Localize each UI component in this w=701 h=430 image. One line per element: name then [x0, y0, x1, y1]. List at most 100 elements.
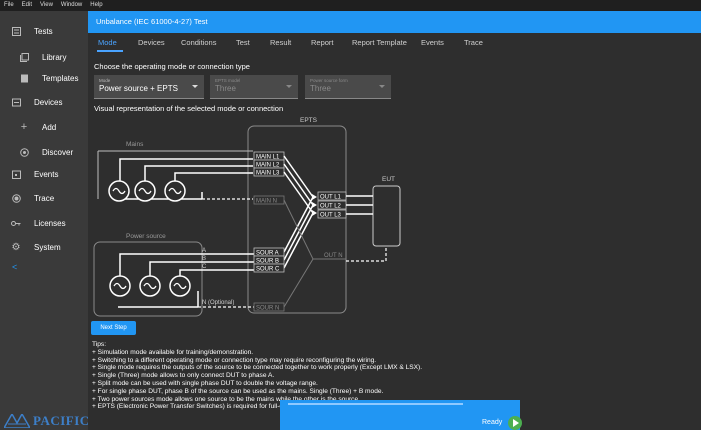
- devices-icon: [11, 97, 21, 107]
- mode-select-value: Power source + EPTS: [99, 84, 178, 93]
- source-line-labels: SOUR A SOUR B SOUR C SOUR N: [253, 247, 285, 312]
- epts-label: EPTS: [300, 117, 318, 124]
- tips-line: + Single (Three) mode allows to only con…: [92, 372, 275, 380]
- sidebar-item-system[interactable]: ⚙ System: [0, 236, 88, 258]
- out-l2-label: OUT L2: [320, 204, 342, 210]
- mode-heading: Choose the operating mode or connection …: [94, 62, 250, 71]
- library-icon: [19, 52, 29, 62]
- sidebar-item-discover[interactable]: Discover: [0, 141, 88, 163]
- tips-line: + Split mode can be used with single pha…: [92, 379, 318, 387]
- mode-select[interactable]: Mode Power source + EPTS: [94, 75, 204, 99]
- epts-model-caption: EPTS model: [215, 78, 241, 83]
- sour-n-label: SOUR N: [256, 306, 279, 312]
- play-icon[interactable]: [508, 416, 522, 430]
- main-l3-label: MAIN L3: [256, 171, 280, 177]
- sidebar-item-label: Tests: [34, 26, 53, 36]
- tips-line: + Simulation mode available for training…: [92, 348, 254, 356]
- sidebar: Tests Library Templates Devices + Add Di…: [0, 11, 90, 430]
- eut-label: EUT: [382, 176, 395, 183]
- menu-file[interactable]: File: [4, 0, 14, 11]
- out-l3-label: OUT L3: [320, 213, 342, 219]
- collapse-sidebar-button[interactable]: <: [12, 262, 17, 272]
- sidebar-item-templates[interactable]: Templates: [0, 67, 88, 89]
- main-n-label: MAIN N: [256, 199, 277, 205]
- switch-arrows: [312, 194, 317, 216]
- tips-line: + Switching to a different operating mod…: [92, 356, 377, 364]
- phase-c-label: C: [202, 264, 207, 270]
- tab-bar: Mode Devices Conditions Test Result Repo…: [88, 33, 701, 53]
- menu-edit[interactable]: Edit: [22, 0, 32, 11]
- status-bar: Ready: [280, 400, 522, 430]
- tab-report[interactable]: Report: [311, 38, 334, 47]
- phase-a-label: A: [202, 248, 206, 254]
- sidebar-item-add[interactable]: + Add: [0, 116, 88, 138]
- chevron-down-icon: [379, 85, 385, 88]
- menu-bar: File Edit View Window Help: [0, 0, 701, 11]
- sour-c-label: SOUR C: [256, 267, 280, 273]
- out-n-label: OUT N: [324, 253, 343, 259]
- sidebar-item-devices[interactable]: Devices: [0, 91, 88, 113]
- power-source-form-caption: Power source form: [310, 78, 348, 83]
- phase-letters: A B C N (Optional): [202, 248, 234, 306]
- tab-events[interactable]: Events: [421, 38, 444, 47]
- out-l1-label: OUT L1: [320, 195, 342, 201]
- tab-result[interactable]: Result: [270, 38, 291, 47]
- out-line-labels: OUT L1 OUT L2 OUT L3 OUT N: [317, 191, 347, 259]
- sidebar-item-tests[interactable]: Tests: [0, 20, 88, 42]
- tab-trace[interactable]: Trace: [464, 38, 483, 47]
- mains-generator-icons: [108, 180, 186, 202]
- n-optional-label: N (Optional): [202, 300, 234, 306]
- menu-window[interactable]: Window: [61, 0, 82, 11]
- power-source-label: Power source: [126, 233, 166, 240]
- connection-diagram: EPTS EUT Mains MAIN L1 MAIN L2 MAIN L3 M…: [93, 117, 401, 317]
- tips-line: + For single phase DUT, phase B of the s…: [92, 387, 384, 395]
- logo-mark-icon: [4, 414, 30, 428]
- menu-help[interactable]: Help: [90, 0, 102, 11]
- chevron-down-icon: [286, 85, 292, 88]
- source-generator-icons: [109, 275, 191, 297]
- mode-select-caption: Mode: [99, 78, 111, 83]
- power-source-form-value: Three: [310, 84, 331, 93]
- tab-mode[interactable]: Mode: [98, 38, 117, 47]
- main-line-labels: MAIN L1 MAIN L2 MAIN L3 MAIN N: [253, 151, 285, 205]
- epts-model-value: Three: [215, 84, 236, 93]
- eut-neutral-dashed: [346, 246, 387, 262]
- sidebar-item-label: Trace: [34, 193, 55, 203]
- sidebar-item-label: Discover: [42, 147, 74, 157]
- mains-label: Mains: [126, 141, 144, 148]
- sidebar-item-events[interactable]: Events: [0, 163, 88, 185]
- chevron-down-icon: [192, 85, 198, 88]
- sidebar-item-label: Add: [42, 122, 57, 132]
- sidebar-item-label: Library: [42, 52, 67, 62]
- tab-test[interactable]: Test: [236, 38, 250, 47]
- tab-conditions[interactable]: Conditions: [181, 38, 216, 47]
- sidebar-item-licenses[interactable]: Licenses: [0, 212, 88, 234]
- logo-text: PACIFIC: [33, 413, 90, 428]
- tab-report-template[interactable]: Report Template: [352, 38, 407, 47]
- tips-line: Tips:: [92, 341, 107, 348]
- tab-devices[interactable]: Devices: [138, 38, 165, 47]
- sidebar-item-label: Licenses: [34, 218, 66, 228]
- trace-icon: [11, 193, 21, 203]
- tips-line: + Single mode requires the outputs of th…: [92, 364, 423, 372]
- plus-icon: +: [20, 121, 28, 133]
- eut-box: [372, 185, 401, 247]
- list-icon: [11, 26, 21, 36]
- epts-model-select: EPTS model Three: [210, 75, 298, 99]
- next-step-button[interactable]: Next Step: [91, 321, 136, 335]
- template-icon: [19, 73, 29, 83]
- sidebar-item-label: System: [34, 242, 61, 252]
- epts-neutral-wiring: [283, 199, 314, 308]
- key-icon: [11, 218, 21, 228]
- active-tab-indicator: [97, 50, 123, 52]
- page-title: Unbalance (IEC 61000-4-27) Test: [88, 11, 701, 33]
- sidebar-item-library[interactable]: Library: [0, 46, 88, 68]
- phase-b-label: B: [202, 256, 206, 262]
- menu-view[interactable]: View: [40, 0, 53, 11]
- sidebar-item-trace[interactable]: Trace: [0, 187, 88, 209]
- gear-icon: ⚙: [11, 241, 21, 253]
- main-panel: Unbalance (IEC 61000-4-27) Test Mode Dev…: [88, 11, 701, 430]
- sidebar-item-label: Devices: [34, 97, 63, 107]
- sidebar-item-label: Events: [34, 169, 59, 179]
- progress-bar: [288, 403, 463, 405]
